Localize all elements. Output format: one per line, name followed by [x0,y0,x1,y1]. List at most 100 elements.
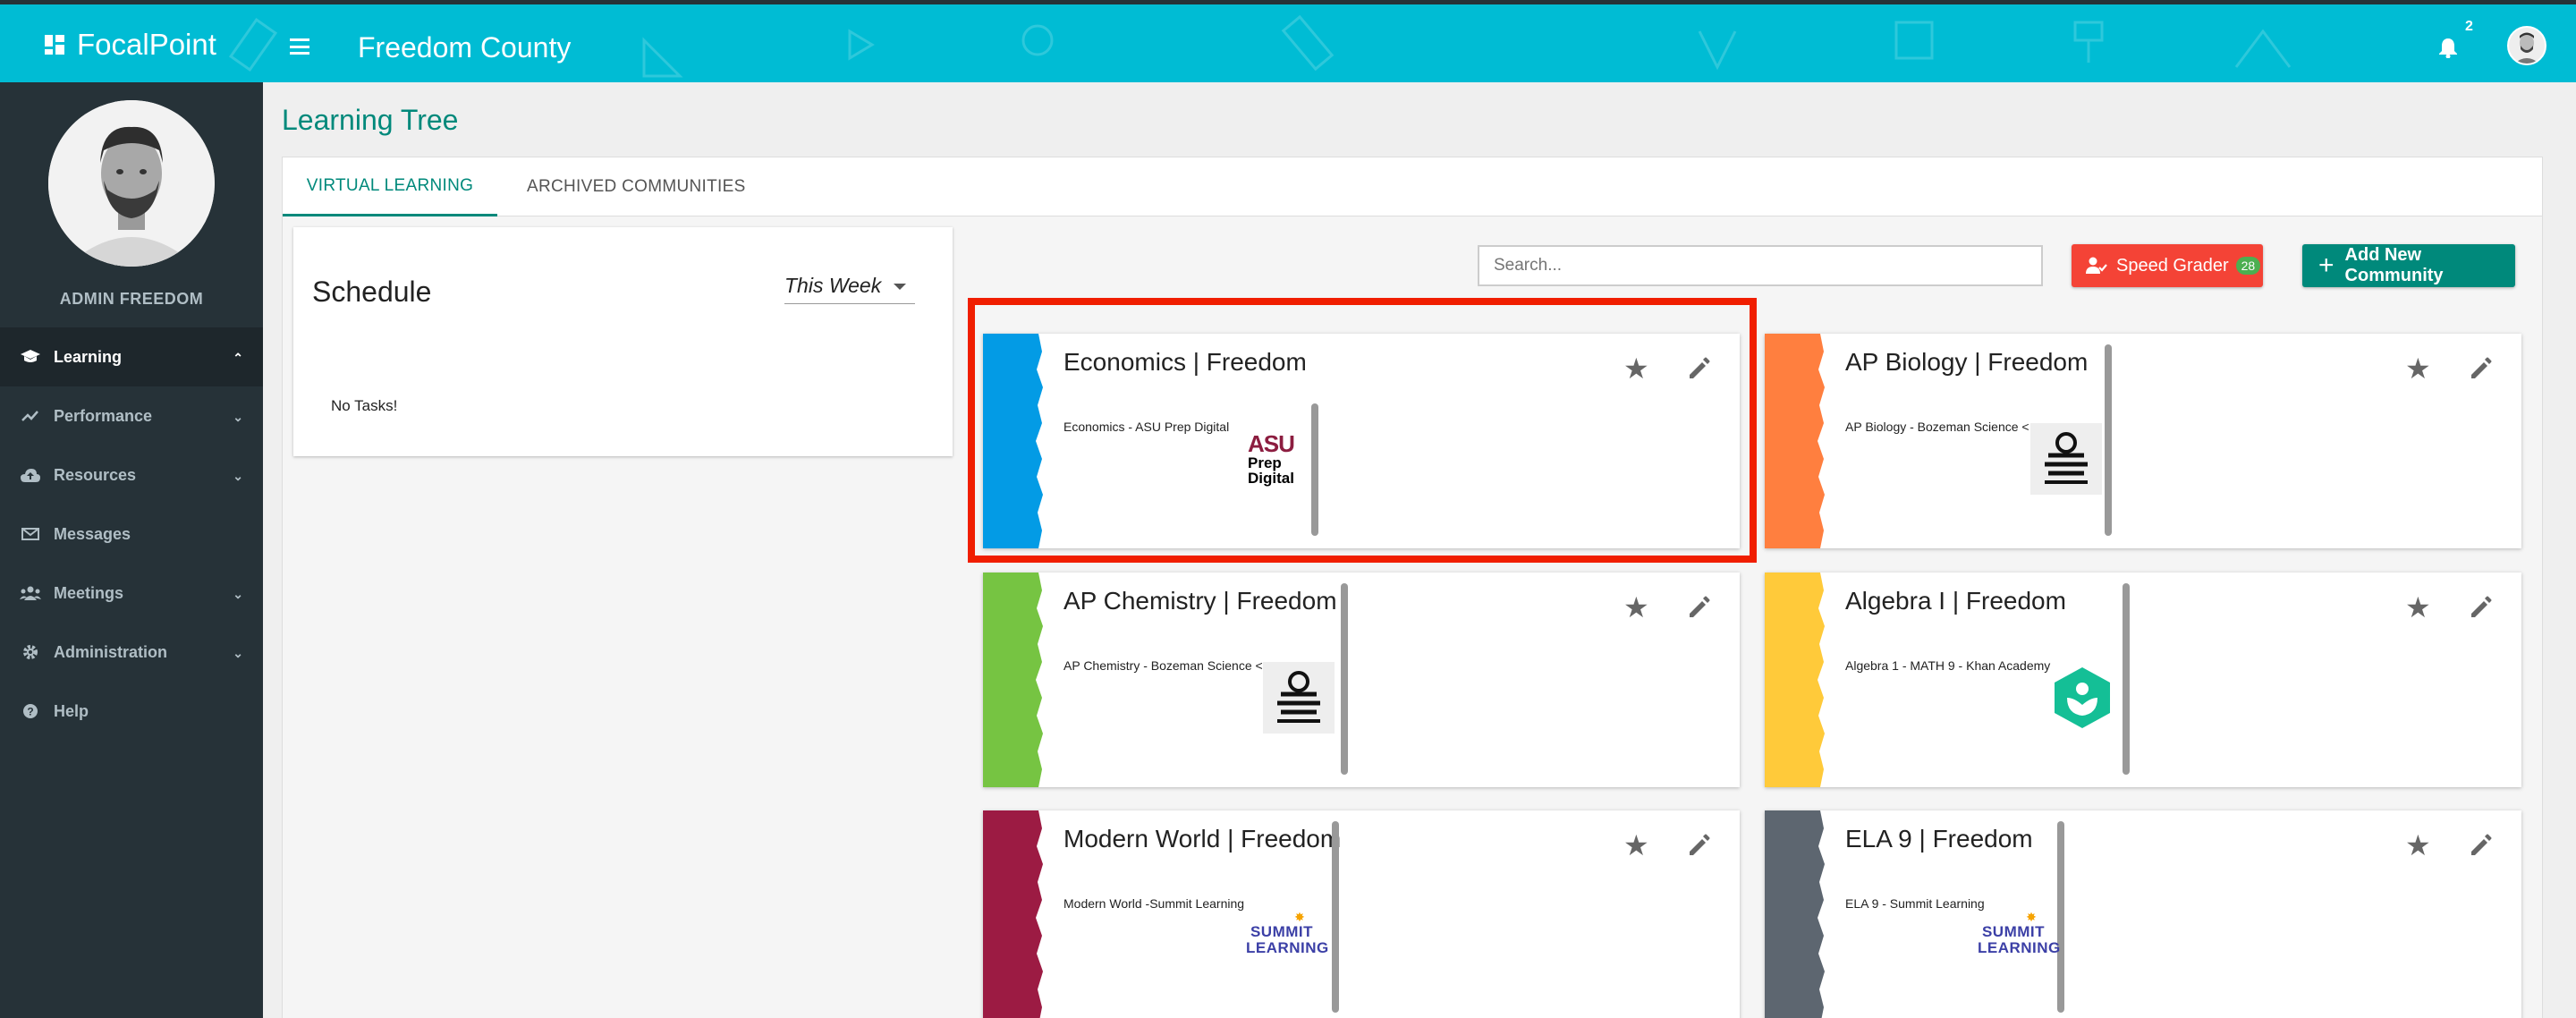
card-title[interactable]: Algebra I | Freedom [1845,587,2066,615]
profile-face-icon [48,100,215,267]
chevron-down-icon: ⌄ [233,646,243,660]
bozeman-science-logo [1263,662,1335,734]
mail-icon [20,525,41,543]
schedule-title: Schedule [312,276,432,308]
tab-virtual-learning[interactable]: VIRTUAL LEARNING [283,157,497,216]
card-color-stripe [983,573,1043,787]
trending-up-icon [20,407,41,425]
edit-pencil-icon[interactable] [2469,355,2494,380]
community-card-ap-biology[interactable]: AP Biology | Freedom AP Biology - Bozema… [1765,334,2521,548]
sidebar-item-meetings[interactable]: Meetings ⌄ [0,564,263,623]
sidebar-nav: Learning ⌃ Performance ⌄ Resources ⌄ Mes… [0,327,263,741]
speed-grader-button[interactable]: Speed Grader 28 [2072,244,2263,287]
card-scrollbar[interactable] [1341,583,1348,775]
user-check-icon [2086,257,2107,274]
tab-archived-communities[interactable]: ARCHIVED COMMUNITIES [527,157,746,216]
search-input[interactable] [1478,245,2043,286]
favorite-star-icon[interactable]: ★ [1623,352,1649,386]
logo-text-line: SUMMIT [1250,922,1314,940]
community-card-modern-world[interactable]: Modern World | Freedom Modern World -Sum… [983,810,1740,1018]
sidebar-item-learning[interactable]: Learning ⌃ [0,327,263,386]
card-scrollbar[interactable] [1332,821,1339,1013]
menu-toggle-icon[interactable] [290,38,309,55]
favorite-star-icon[interactable]: ★ [2405,590,2431,624]
community-card-ela-9[interactable]: ELA 9 | Freedom ELA 9 - Summit Learning … [1765,810,2521,1018]
sidebar-item-help[interactable]: ? Help [0,682,263,741]
card-title[interactable]: AP Biology | Freedom [1845,348,2088,377]
notification-badge: 2 [2465,19,2473,34]
card-subtitle: AP Biology - Bozeman Science < [1845,420,2029,434]
add-new-community-button[interactable]: + Add New Community [2302,244,2515,287]
card-subtitle: Modern World -Summit Learning [1063,896,1245,911]
card-color-stripe [1765,810,1825,1018]
county-title: Freedom County [358,31,572,64]
logo-text-line: LEARNING [1978,938,2061,956]
speed-grader-label: Speed Grader [2116,255,2229,276]
favorite-star-icon[interactable]: ★ [2405,352,2431,386]
bozeman-science-logo [2030,423,2102,495]
card-scrollbar[interactable] [2057,821,2064,1013]
sidebar-item-resources[interactable]: Resources ⌄ [0,445,263,505]
sidebar-item-label: Performance [54,406,153,425]
admin-name: ADMIN FREEDOM [59,290,204,308]
sidebar-item-label: Learning [54,347,123,366]
top-bar: FocalPoint Freedom County 2 [0,0,2576,82]
card-title[interactable]: AP Chemistry | Freedom [1063,587,1337,615]
sidebar-item-performance[interactable]: Performance ⌄ [0,386,263,445]
speed-grader-count: 28 [2235,257,2261,275]
community-card-algebra-i[interactable]: Algebra I | Freedom Algebra 1 - MATH 9 -… [1765,573,2521,787]
caret-down-icon [894,284,906,290]
gear-icon [20,643,41,661]
sidebar: ADMIN FREEDOM Learning ⌃ Performance ⌄ R… [0,82,263,1018]
week-range-value: This Week [784,274,882,297]
community-card-economics[interactable]: Economics | Freedom Economics - ASU Prep… [983,334,1740,548]
sidebar-item-label: Resources [54,465,137,484]
card-scrollbar[interactable] [2123,583,2130,775]
card-title[interactable]: Economics | Freedom [1063,348,1307,377]
add-new-community-label: Add New Community [2344,245,2444,285]
sidebar-item-label: Messages [54,524,131,543]
favorite-star-icon[interactable]: ★ [1623,590,1649,624]
edit-pencil-icon[interactable] [2469,832,2494,857]
sun-icon: ✸ [1294,910,1305,924]
help-icon: ? [20,702,41,720]
khan-academy-logo [2055,667,2110,728]
edit-pencil-icon[interactable] [1687,832,1712,857]
summit-learning-logo: ✸ SUMMIT LEARNING [1978,910,2061,956]
card-color-stripe [1765,573,1825,787]
chevron-down-icon: ⌄ [233,587,243,601]
card-subtitle: Economics - ASU Prep Digital [1063,420,1230,434]
sidebar-item-label: Administration [54,642,168,661]
card-subtitle: ELA 9 - Summit Learning [1845,896,1985,911]
brand-logo[interactable]: FocalPoint [45,28,216,62]
edit-pencil-icon[interactable] [2469,594,2494,619]
card-title[interactable]: Modern World | Freedom [1063,825,1341,853]
card-scrollbar[interactable] [2105,344,2112,536]
card-title[interactable]: ELA 9 | Freedom [1845,825,2033,853]
favorite-star-icon[interactable]: ★ [1623,828,1649,862]
card-subtitle: Algebra 1 - MATH 9 - Khan Academy [1845,658,2051,673]
sun-icon: ✸ [2026,910,2037,924]
asu-prep-digital-logo: ASU Prep Digital [1248,432,1301,486]
schedule-card: Schedule This Week No Tasks! [293,227,953,456]
no-tasks-text: No Tasks! [331,397,398,414]
bell-icon[interactable] [2438,37,2458,58]
card-scrollbar[interactable] [1311,403,1318,536]
avatar-face-icon [2509,28,2545,64]
cloud-upload-icon [20,466,41,484]
logo-text-line: SUMMIT [1981,922,2046,940]
edit-pencil-icon[interactable] [1687,355,1712,380]
favorite-star-icon[interactable]: ★ [2405,828,2431,862]
tabs-bar: VIRTUAL LEARNING ARCHIVED COMMUNITIES [283,157,2542,216]
community-card-ap-chemistry[interactable]: AP Chemistry | Freedom AP Chemistry - Bo… [983,573,1740,787]
dashboard-icon [45,35,64,55]
logo-text-line: ASU [1248,430,1295,457]
sidebar-item-administration[interactable]: Administration ⌄ [0,623,263,682]
graduation-cap-icon [20,348,41,366]
card-subtitle: AP Chemistry - Bozeman Science < [1063,658,1263,673]
users-icon [20,584,41,602]
user-avatar[interactable] [2507,26,2546,65]
sidebar-item-messages[interactable]: Messages [0,505,263,564]
week-range-select[interactable]: This Week [784,268,915,304]
edit-pencil-icon[interactable] [1687,594,1712,619]
